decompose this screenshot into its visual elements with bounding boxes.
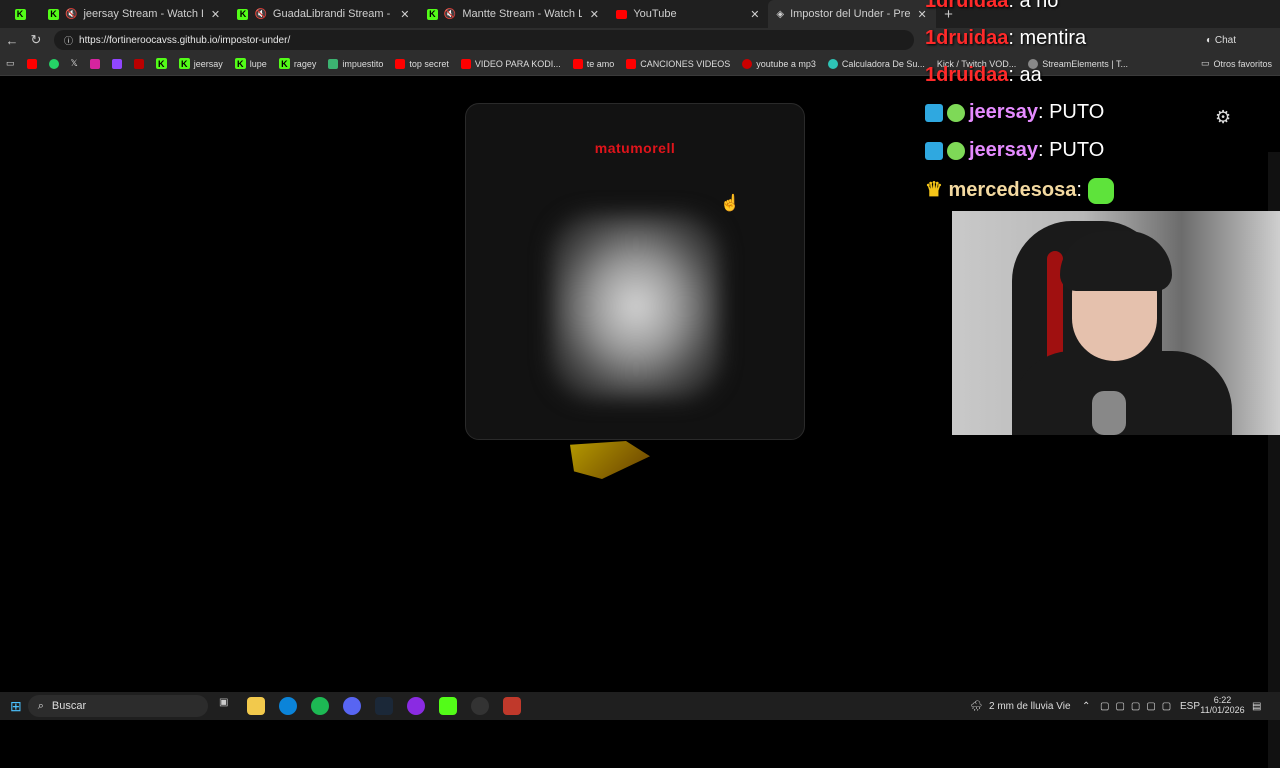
tab-youtube[interactable]: YouTube ✕ xyxy=(608,0,768,28)
site-info-icon[interactable]: ⓘ xyxy=(64,34,73,47)
capcut-icon[interactable] xyxy=(406,697,425,715)
bookmark-kick-icon[interactable]: K xyxy=(150,58,173,69)
chat-message: ♛ mercedesosa: xyxy=(925,177,1118,204)
bookmark-lupe[interactable]: Klupe xyxy=(229,58,273,69)
bookmark-ragey[interactable]: Kragey xyxy=(273,58,323,69)
person-hair xyxy=(1060,231,1172,291)
task-view-icon[interactable]: ▣ xyxy=(215,697,233,715)
badge-icon xyxy=(925,103,943,122)
close-tab-icon[interactable]: ✕ xyxy=(209,8,221,21)
bookmark-canciones[interactable]: CANCIONES VIDEOS xyxy=(620,58,736,69)
tab-title: Mantte Stream - Watch Live o xyxy=(462,8,583,20)
player-name: matumorell xyxy=(594,140,676,156)
blurred-secret-image xyxy=(551,214,721,399)
weather-icon: 🌧 xyxy=(970,700,983,712)
close-tab-icon[interactable]: ✕ xyxy=(588,8,600,21)
speaker-muted-icon[interactable]: 🔇 xyxy=(65,9,77,20)
reload-icon[interactable]: ↻ xyxy=(24,32,48,48)
bookmark-x-icon[interactable]: 𝕏 xyxy=(65,58,84,69)
bookmark-youtube-mp3[interactable]: youtube a mp3 xyxy=(736,58,822,69)
hand-cursor-icon: ☝ xyxy=(720,195,740,212)
chat-message: 1druidaa: a no xyxy=(925,0,1059,12)
clock[interactable]: 6:22 11/01/2026 xyxy=(1200,695,1245,715)
back-icon[interactable]: ← xyxy=(0,33,24,48)
webcam-overlay xyxy=(952,211,1280,435)
tab-jeersay[interactable]: K 🔇 jeersay Stream - Watch Live o ✕ xyxy=(40,0,229,28)
voicemeeter-icon[interactable] xyxy=(502,697,521,715)
tab-title: GuadaLibrandi Stream - Watc xyxy=(272,8,393,20)
system-tray-icons[interactable]: ▢▢▢▢▢ xyxy=(1100,701,1177,712)
kick-icon: K xyxy=(426,8,438,20)
bookmark-video-kodi[interactable]: VIDEO PARA KODI... xyxy=(455,58,567,69)
emote-icon xyxy=(1087,177,1114,204)
bookmark-instagram-icon[interactable] xyxy=(84,58,106,69)
bookmark-twitch-icon[interactable] xyxy=(106,58,128,69)
bookmark-te-amo[interactable]: te amo xyxy=(567,58,621,69)
robot-badge-icon xyxy=(947,103,965,122)
bookmark-calculadora[interactable]: Calculadora De Su... xyxy=(822,58,931,69)
bookmark-youtube-icon[interactable] xyxy=(21,58,43,69)
file-explorer-icon[interactable] xyxy=(246,697,265,715)
chevron-up-icon[interactable]: ⌃ xyxy=(1082,701,1090,712)
taskbar-search[interactable]: ⌕ Buscar xyxy=(27,695,208,717)
close-tab-icon[interactable]: ✕ xyxy=(399,8,411,21)
kick-icon: K xyxy=(14,8,26,20)
search-icon: ⌕ xyxy=(37,699,44,712)
bookmark-top-secret[interactable]: top secret xyxy=(389,58,455,69)
tab-title: YouTube xyxy=(633,8,677,20)
notifications-icon[interactable]: ▤ xyxy=(1252,701,1261,712)
steam-icon[interactable] xyxy=(374,697,393,715)
player-card[interactable]: matumorell xyxy=(465,103,805,440)
discord-icon[interactable] xyxy=(342,697,361,715)
kick-icon: K xyxy=(237,8,249,20)
robot-badge-icon xyxy=(947,141,965,160)
obs-icon[interactable] xyxy=(470,697,489,715)
tab-title: Impostor del Under - Premium Be xyxy=(790,8,911,20)
game-icon: ◈ xyxy=(776,8,785,20)
date: 11/01/2026 xyxy=(1200,705,1245,715)
tab-mantte[interactable]: K 🔇 Mantte Stream - Watch Live o ✕ xyxy=(419,0,608,28)
crown-icon: ♛ xyxy=(925,179,943,201)
bookmark-red-icon[interactable] xyxy=(128,58,150,69)
badge-icon xyxy=(925,141,943,160)
speaker-muted-icon[interactable]: 🔇 xyxy=(254,9,266,20)
time: 6:22 xyxy=(1213,695,1232,705)
weather-text[interactable]: 2 mm de lluvia Vie xyxy=(989,701,1071,712)
reading-list-icon[interactable]: ▭ xyxy=(0,58,21,69)
microphone xyxy=(1092,391,1126,435)
chat-message: 1druidaa: aa xyxy=(925,64,1042,86)
url-text: https://fortineroocavss.github.io/impost… xyxy=(79,34,291,46)
tab-guadalibrandi[interactable]: K 🔇 GuadaLibrandi Stream - Watc ✕ xyxy=(229,0,418,28)
edge-icon[interactable] xyxy=(278,697,297,715)
chat-message: 1druidaa: mentira xyxy=(925,27,1087,49)
pinned-tab-kick[interactable]: K xyxy=(0,0,40,28)
speaker-muted-icon[interactable]: 🔇 xyxy=(444,9,456,20)
yellow-shape-decoration xyxy=(570,441,650,479)
url-field[interactable]: ⓘ https://fortineroocavss.github.io/impo… xyxy=(54,30,914,50)
stream-chat-overlay: 1druidaa: a no 1druidaa: mentira 1druida… xyxy=(925,0,1265,210)
bookmark-whatsapp-icon[interactable] xyxy=(43,58,65,69)
chat-message: jeersay: PUTO xyxy=(925,139,1104,162)
youtube-icon xyxy=(616,9,628,19)
start-button-icon[interactable]: ⊞ xyxy=(10,698,22,715)
chat-message: jeersay: PUTO xyxy=(925,101,1104,124)
close-tab-icon[interactable]: ✕ xyxy=(749,8,760,21)
spotify-icon[interactable] xyxy=(310,697,329,715)
search-placeholder: Buscar xyxy=(51,700,87,712)
windows-taskbar: ⊞ ⌕ Buscar ▣ 🌧 2 mm de lluvia Vie ⌃ ▢▢▢▢… xyxy=(0,692,1280,720)
gear-icon[interactable]: ⚙ xyxy=(1215,107,1231,128)
language-indicator[interactable]: ESP xyxy=(1180,701,1200,712)
kick-app-icon[interactable] xyxy=(438,697,457,715)
bookmark-impuestito[interactable]: impuestito xyxy=(322,58,389,69)
kick-icon: K xyxy=(48,8,59,20)
tab-impostor[interactable]: ◈ Impostor del Under - Premium Be ✕ xyxy=(768,0,937,28)
tab-title: jeersay Stream - Watch Live o xyxy=(83,8,203,20)
bookmark-jeersay[interactable]: Kjeersay xyxy=(173,58,229,69)
